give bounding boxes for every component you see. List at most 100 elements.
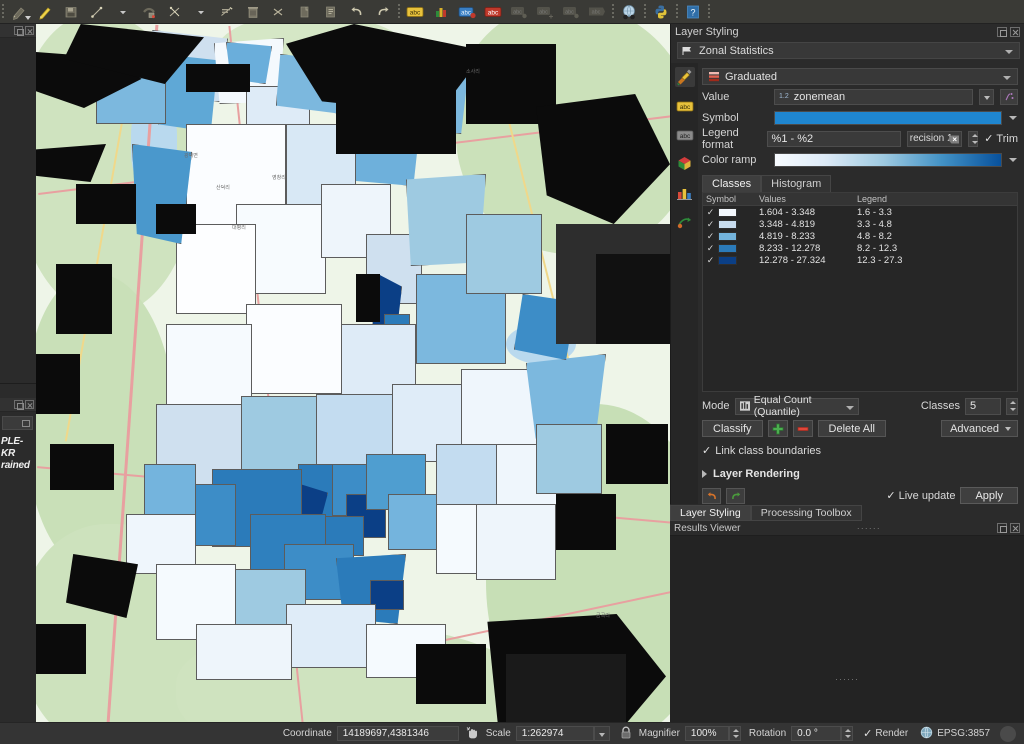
remove-class-button[interactable] [793,420,813,437]
vertex-tool-icon[interactable] [136,1,162,23]
clear-icon[interactable] [948,135,959,144]
class-values-cell[interactable]: 4.819 - 8.233 [759,231,857,242]
class-color-swatch[interactable] [718,220,737,229]
undo-button[interactable] [702,488,721,504]
column-header-values[interactable]: Values [759,194,857,204]
delete-selected-icon[interactable] [240,1,266,23]
table-row[interactable]: ✓ 1.604 - 3.3481.6 - 3.3 [703,206,1017,218]
color-ramp-dropdown-caret[interactable] [1008,152,1018,168]
redo-button[interactable] [726,488,745,504]
choropleth-polygon[interactable] [166,324,252,414]
choropleth-polygon[interactable] [461,369,537,449]
label-move-icon[interactable]: abc [532,1,558,23]
value-field[interactable]: 1.2 zonemean [774,89,973,105]
symbology-paintbrush-icon[interactable] [675,67,695,87]
help-icon[interactable]: ? [680,1,706,23]
choropleth-polygon[interactable] [466,214,542,294]
class-legend-cell[interactable]: 1.6 - 3.3 [857,207,1017,218]
tab-histogram[interactable]: Histogram [761,175,831,192]
layers-filter-combo[interactable] [2,416,33,430]
class-symbol-cell[interactable] [718,256,759,265]
rotation-input[interactable]: 0.0 ° [791,726,841,741]
close-icon[interactable] [1010,523,1020,533]
class-enabled-checkbox[interactable]: ✓ [703,219,718,230]
chevron-down-icon[interactable] [25,16,31,20]
toolbar-handle-grip-6[interactable] [706,3,712,21]
class-values-cell[interactable]: 1.604 - 3.348 [759,207,857,218]
classify-button[interactable]: Classify [702,420,763,437]
add-class-button[interactable] [768,420,788,437]
classes-table[interactable]: Symbol Values Legend ✓1.604 - 3.3481.6 -… [702,192,1018,392]
map-canvas[interactable]: 광덕면 산덕리 영창리 대평리 소사리 금곡리 [36,24,670,722]
classes-count-stepper[interactable] [1006,398,1018,415]
tab-classes[interactable]: Classes [702,175,761,192]
class-symbol-cell[interactable] [718,244,759,253]
bottom-splitter-grip[interactable]: ······ [670,674,1024,684]
class-symbol-cell[interactable] [718,208,759,217]
value-dropdown-button[interactable] [979,89,994,105]
layer-rendering-section[interactable]: Layer Rendering [702,468,1018,480]
class-values-cell[interactable]: 3.348 - 4.819 [759,219,857,230]
diagrams-icon[interactable] [675,183,695,203]
crs-globe-icon[interactable] [920,726,933,742]
move-feature-icon[interactable] [162,1,188,23]
magnifier-input[interactable]: 100% [685,726,729,741]
class-color-swatch[interactable] [718,232,737,241]
move-feature-dropdown-caret[interactable] [188,1,214,23]
dock-tab-processing-toolbox[interactable]: Processing Toolbox [751,505,862,521]
class-values-cell[interactable]: 8.233 - 12.278 [759,243,857,254]
class-enabled-checkbox[interactable]: ✓ [703,243,718,254]
layer-selector-combo[interactable]: Zonal Statistics [677,42,1020,59]
choropleth-polygon[interactable] [246,304,342,394]
magnifier-stepper[interactable] [729,726,741,741]
add-line-feature-icon[interactable] [84,1,110,23]
class-legend-cell[interactable]: 4.8 - 8.2 [857,231,1017,242]
paste-features-icon[interactable] [318,1,344,23]
float-icon[interactable] [14,26,23,35]
choropleth-polygon[interactable] [176,224,256,314]
copy-features-icon[interactable] [292,1,318,23]
float-icon[interactable] [997,523,1007,533]
class-symbol-cell[interactable] [718,232,759,241]
float-icon[interactable] [997,27,1007,37]
color-ramp-preview[interactable] [774,153,1002,167]
class-symbol-cell[interactable] [718,220,759,229]
class-enabled-checkbox[interactable]: ✓ [703,207,718,218]
messages-bubble-icon[interactable] [1000,726,1016,742]
link-class-boundaries-checkbox[interactable]: ✓ Link class boundaries [702,444,1018,457]
3d-view-icon[interactable] [675,154,695,174]
renderer-type-combo[interactable]: Graduated [702,68,1018,85]
chevron-down-icon[interactable] [1005,50,1013,54]
mode-combo[interactable]: Equal Count (Quantile) [735,398,859,415]
precision-input[interactable]: recision 1 [907,131,962,147]
highlight-labels-icon[interactable]: abc [454,1,480,23]
modify-attributes-icon[interactable] [214,1,240,23]
delete-all-button[interactable]: Delete All [818,420,886,437]
symbol-preview-button[interactable] [774,111,1002,125]
splitter-grip[interactable]: ······ [741,523,997,533]
class-enabled-checkbox[interactable]: ✓ [703,255,718,266]
labels-abc-icon[interactable]: abc [675,96,695,116]
choropleth-polygon[interactable] [476,504,556,580]
render-checkbox[interactable]: ✓ Render [863,727,908,740]
column-header-symbol[interactable]: Symbol [703,194,759,204]
label-properties-icon[interactable]: abc [584,1,610,23]
class-color-swatch[interactable] [718,256,737,265]
class-legend-cell[interactable]: 12.3 - 27.3 [857,255,1017,266]
live-update-checkbox[interactable]: ✓ Live update [886,489,955,502]
actions-icon[interactable] [675,212,695,232]
precision-stepper[interactable] [968,131,978,147]
close-icon[interactable] [25,26,34,35]
chevron-down-icon[interactable] [846,406,854,410]
label-toolbar-icon[interactable]: abc [402,1,428,23]
table-row[interactable]: ✓3.348 - 4.8193.3 - 4.8 [703,218,1017,230]
crs-label[interactable]: EPSG:3857 [937,728,990,739]
chevron-down-icon[interactable] [1003,76,1011,80]
coordinate-capture-icon[interactable] [466,726,479,742]
expression-builder-button[interactable] [1000,89,1018,105]
choropleth-polygon[interactable] [286,604,376,668]
choropleth-polygon[interactable] [196,624,292,680]
table-row[interactable]: ✓12.278 - 27.32412.3 - 27.3 [703,254,1017,266]
class-color-swatch[interactable] [718,208,737,217]
classes-count-input[interactable]: 5 [965,398,1001,415]
